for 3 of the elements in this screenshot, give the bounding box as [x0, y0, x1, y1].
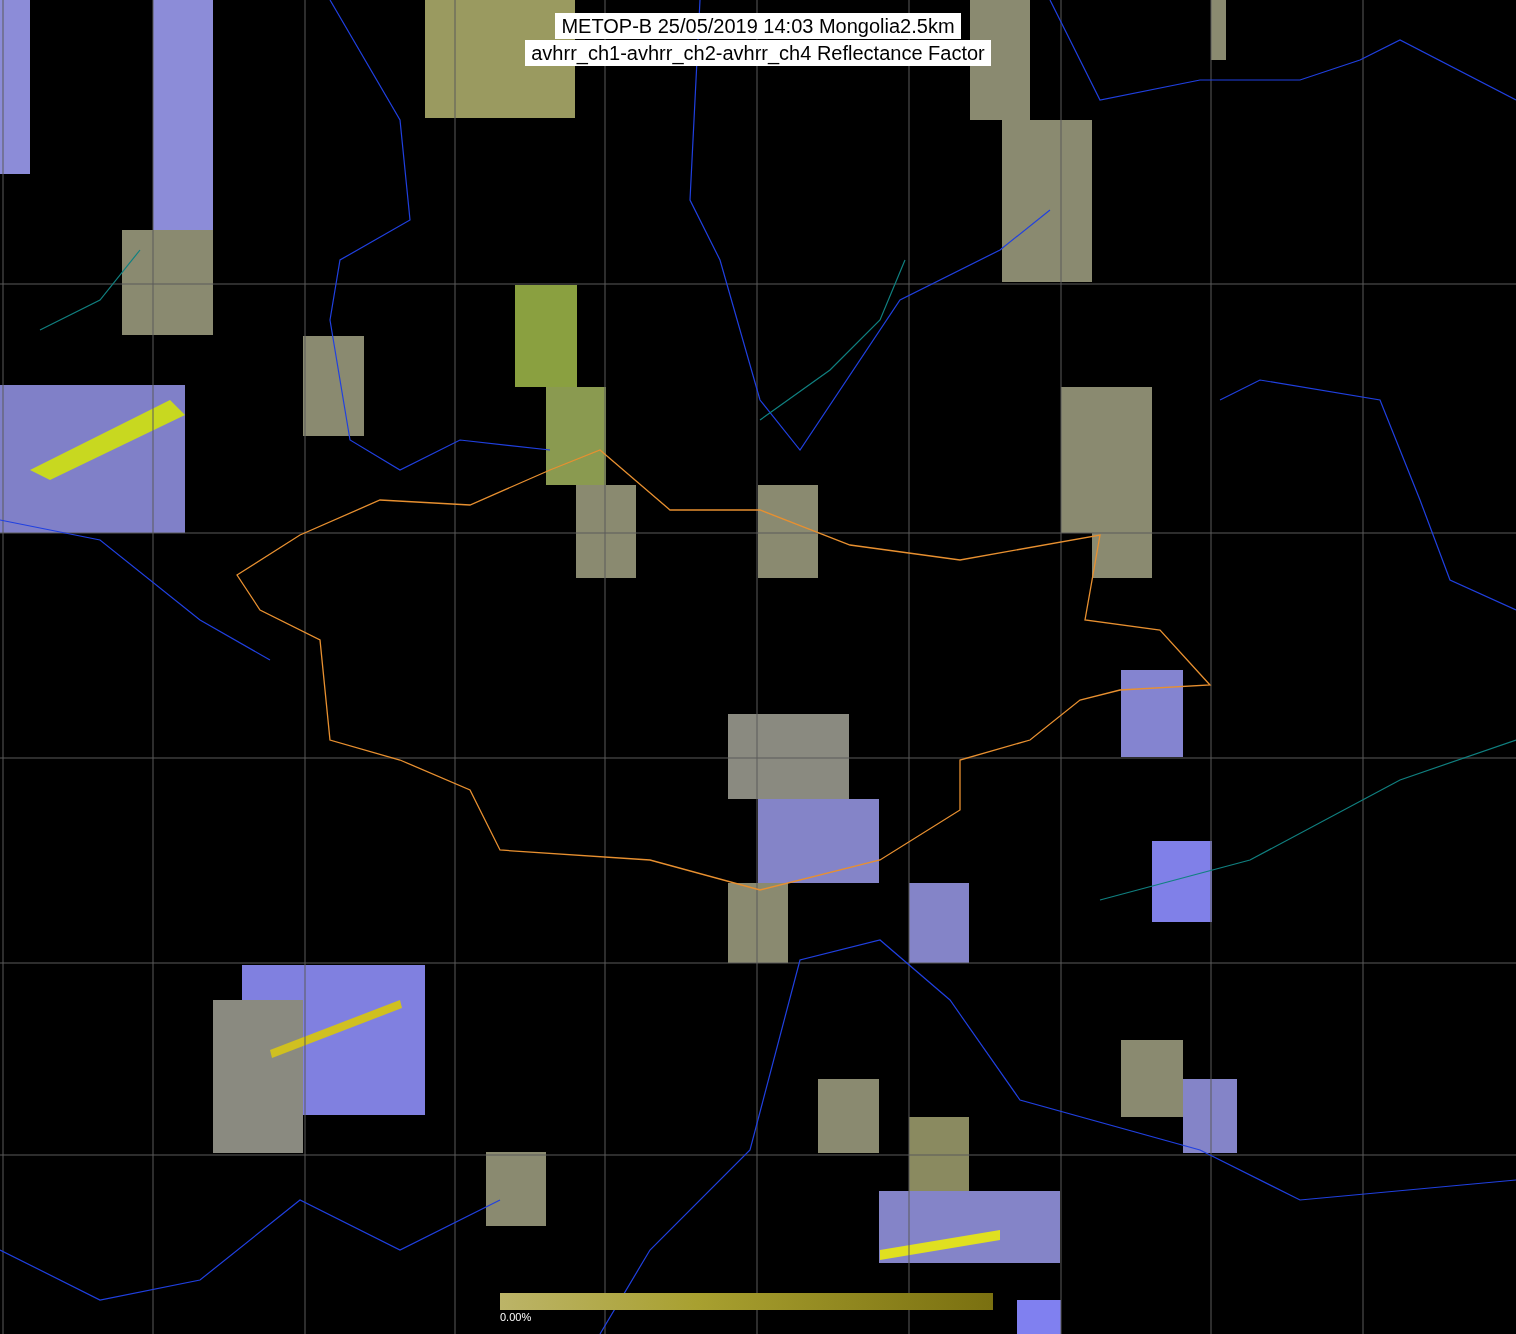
map-title: avhrr_ch1-avhrr_ch2-avhrr_ch4 Reflectance Factor — [525, 40, 991, 66]
map-title: METOP-B 25/05/2019 14:03 Mongolia2.5km — [555, 13, 961, 39]
colorbar-label: 0.00% — [500, 1310, 532, 1324]
